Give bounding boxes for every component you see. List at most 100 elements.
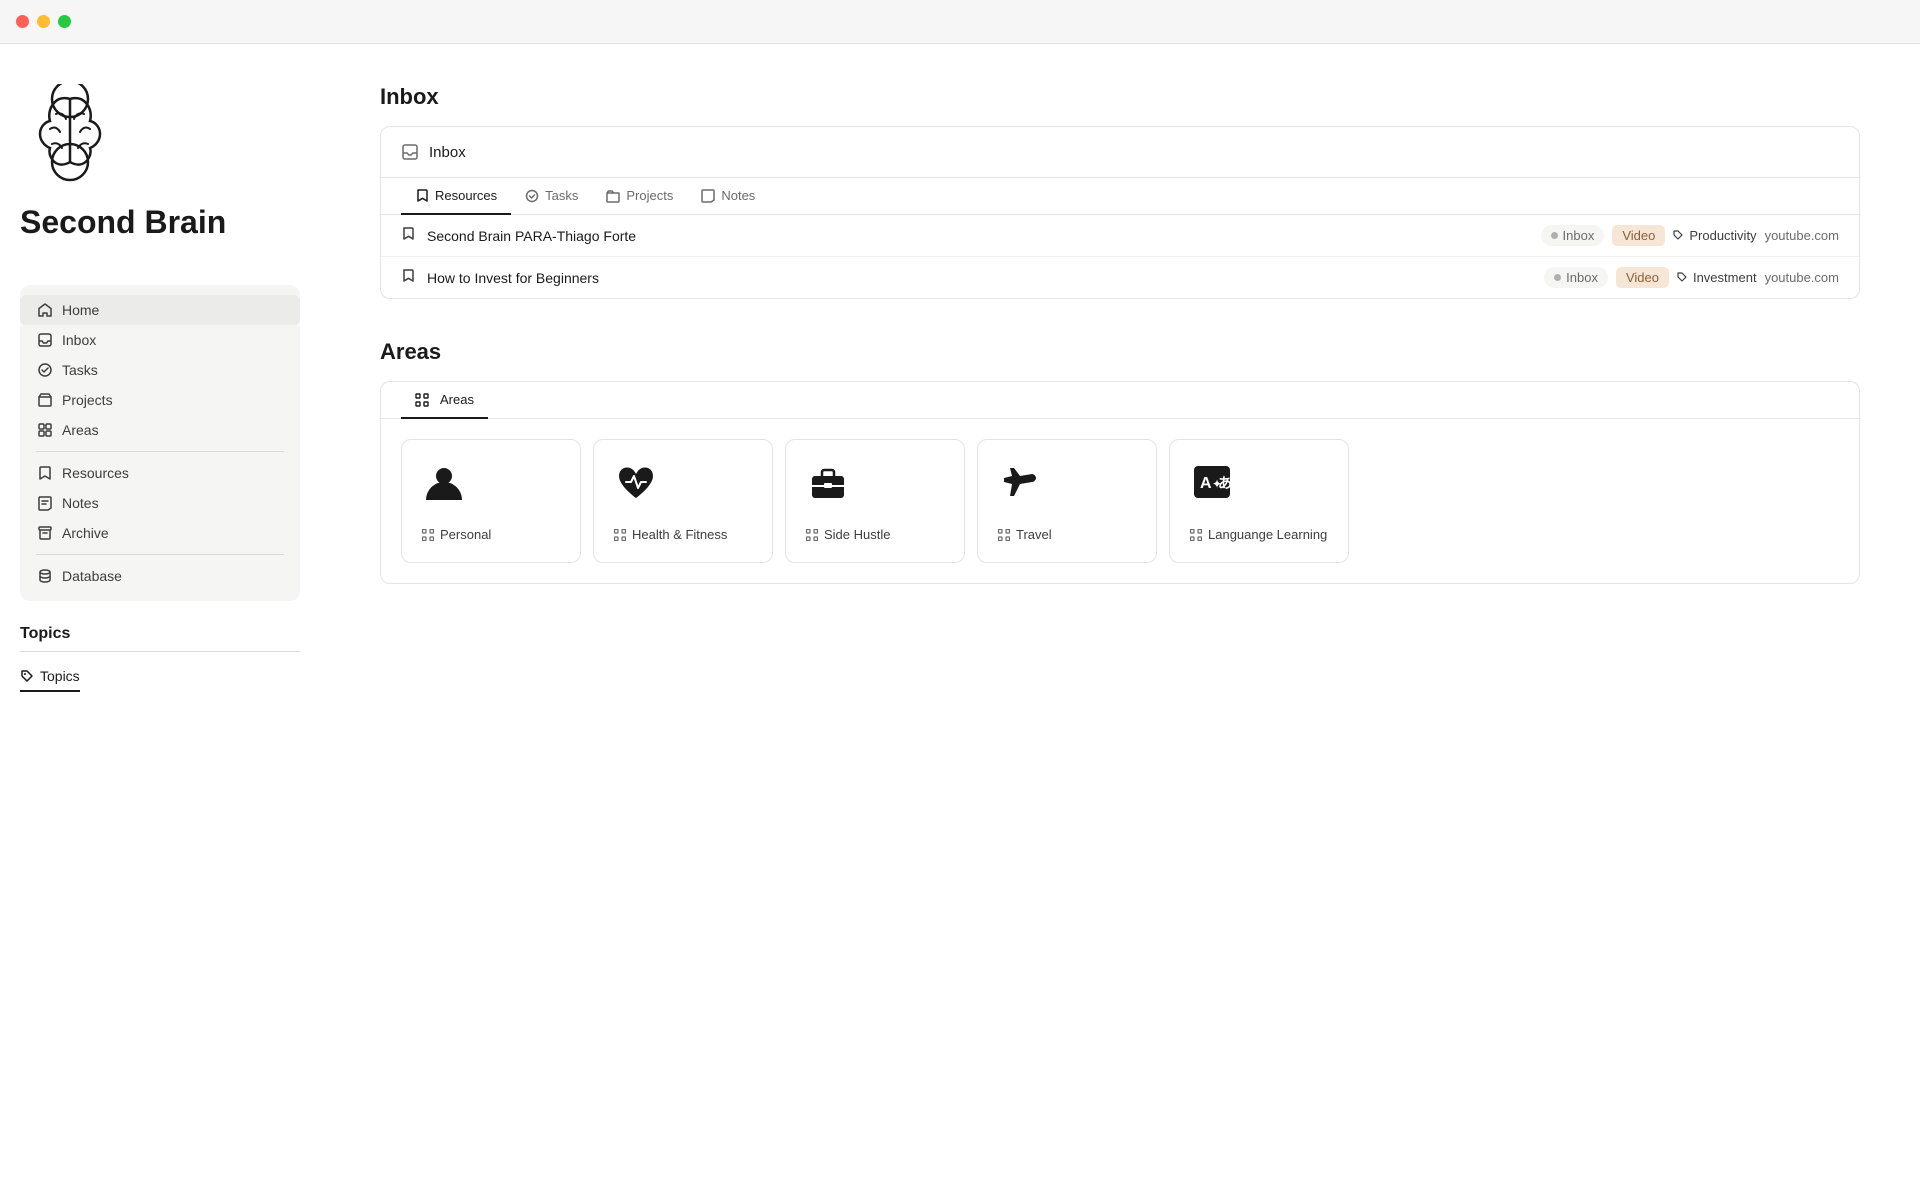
notes-icon — [36, 494, 54, 512]
tag-type-2: Video — [1616, 267, 1669, 288]
sidebar-item-notes[interactable]: Notes — [20, 488, 300, 518]
areas-panel: Areas — [380, 381, 1860, 584]
topics-section: Topics Topics — [20, 625, 300, 712]
status-dot-2 — [1554, 274, 1561, 281]
area-travel-label: Travel — [1016, 527, 1052, 542]
topics-tab-label: Topics — [40, 668, 80, 684]
sidebar-label-notes: Notes — [62, 495, 99, 511]
maximize-button[interactable] — [58, 15, 71, 28]
sidebar-item-tasks[interactable]: Tasks — [20, 355, 300, 385]
tab-tasks[interactable]: Tasks — [511, 178, 592, 215]
tag-category-2: Investment — [1677, 270, 1757, 285]
tag-source-2: youtube.com — [1765, 270, 1839, 285]
cmd-icon-travel — [998, 529, 1010, 541]
area-language-label: Languange Learning — [1208, 527, 1327, 542]
sidebar-item-projects[interactable]: Projects — [20, 385, 300, 415]
tab-notes[interactable]: Notes — [687, 178, 769, 215]
inbox-panel: Inbox Resources Tasks — [380, 126, 1860, 299]
sidebar-label-archive: Archive — [62, 525, 109, 541]
tab-note-icon — [701, 189, 715, 203]
table-row[interactable]: How to Invest for Beginners Inbox Video … — [381, 257, 1859, 298]
airplane-icon — [998, 460, 1136, 513]
tab-check-icon — [525, 189, 539, 203]
row-bookmark-icon-1 — [401, 227, 415, 244]
home-icon — [36, 301, 54, 319]
left-panel: Second Brain Home — [0, 44, 320, 1200]
sidebar-label-tasks: Tasks — [62, 362, 98, 378]
sidebar-item-database[interactable]: Database — [20, 561, 300, 591]
area-card-personal[interactable]: Personal — [401, 439, 581, 563]
areas-cmd-icon — [415, 393, 429, 407]
translate-icon: A ✦ あ — [1190, 460, 1328, 513]
app-title: Second Brain — [20, 204, 226, 241]
tasks-icon — [36, 361, 54, 379]
cmd-icon-side-hustle — [806, 529, 818, 541]
tab-resources[interactable]: Resources — [401, 178, 511, 215]
minimize-button[interactable] — [37, 15, 50, 28]
tab-areas[interactable]: Areas — [401, 382, 488, 419]
tag-type-1: Video — [1612, 225, 1665, 246]
area-card-side-hustle[interactable]: Side Hustle — [785, 439, 965, 563]
topics-heading: Topics — [20, 625, 300, 643]
cmd-icon-language — [1190, 529, 1202, 541]
areas-heading: Areas — [380, 339, 1860, 365]
tag-icon-2 — [1677, 272, 1689, 284]
row-tags-1: Inbox Video Productivity youtube.com — [1541, 225, 1839, 246]
inbox-icon — [36, 331, 54, 349]
areas-tabs-bar: Areas — [381, 382, 1859, 419]
sidebar-item-resources[interactable]: Resources — [20, 458, 300, 488]
tab-notes-label: Notes — [721, 188, 755, 203]
app-layout: Second Brain Home — [0, 44, 1920, 1200]
tab-tasks-label: Tasks — [545, 188, 578, 203]
tag-category-1: Productivity — [1673, 228, 1756, 243]
area-label-health: Health & Fitness — [614, 527, 752, 542]
tag-status-2: Inbox — [1544, 267, 1608, 288]
tab-folder-icon — [606, 189, 620, 203]
sidebar-item-areas[interactable]: Areas — [20, 415, 300, 445]
row-title-1: Second Brain PARA-Thiago Forte — [427, 228, 1529, 244]
title-bar — [0, 0, 1920, 44]
cmd-icon-personal — [422, 529, 434, 541]
sidebar-label-projects: Projects — [62, 392, 113, 408]
tag-source-1: youtube.com — [1765, 228, 1839, 243]
tab-areas-label: Areas — [440, 392, 474, 407]
bookmark-icon — [36, 464, 54, 482]
sidebar: Home Inbox — [20, 285, 300, 601]
projects-icon — [36, 391, 54, 409]
row-title-2: How to Invest for Beginners — [427, 270, 1532, 286]
row-tags-2: Inbox Video Investment youtube.com — [1544, 267, 1839, 288]
sidebar-label-home: Home — [62, 302, 99, 318]
area-side-hustle-label: Side Hustle — [824, 527, 890, 542]
archive-icon — [36, 524, 54, 542]
svg-text:A: A — [1200, 475, 1212, 492]
inbox-table-body: Second Brain PARA-Thiago Forte Inbox Vid… — [381, 215, 1859, 298]
close-button[interactable] — [16, 15, 29, 28]
sidebar-item-home[interactable]: Home — [20, 295, 300, 325]
tag-icon-1 — [1673, 230, 1685, 242]
area-label-side-hustle: Side Hustle — [806, 527, 944, 542]
area-card-language[interactable]: A ✦ あ Languange Learning — [1169, 439, 1349, 563]
area-card-health[interactable]: Health & Fitness — [593, 439, 773, 563]
areas-icon — [36, 421, 54, 439]
briefcase-icon — [806, 460, 944, 513]
tag-icon — [20, 669, 34, 683]
area-label-personal: Personal — [422, 527, 560, 542]
sidebar-label-areas: Areas — [62, 422, 99, 438]
tag-status-1: Inbox — [1541, 225, 1605, 246]
sidebar-divider-1 — [36, 451, 284, 452]
inbox-card-header: Inbox — [381, 127, 1859, 178]
area-health-label: Health & Fitness — [632, 527, 727, 542]
table-row[interactable]: Second Brain PARA-Thiago Forte Inbox Vid… — [381, 215, 1859, 257]
tab-projects[interactable]: Projects — [592, 178, 687, 215]
sidebar-item-inbox[interactable]: Inbox — [20, 325, 300, 355]
heart-pulse-icon — [614, 460, 752, 513]
inbox-heading: Inbox — [380, 84, 1860, 110]
sidebar-label-resources: Resources — [62, 465, 129, 481]
area-label-travel: Travel — [998, 527, 1136, 542]
logo-area: Second Brain — [20, 44, 300, 285]
status-dot-1 — [1551, 232, 1558, 239]
svg-text:あ: あ — [1218, 475, 1232, 491]
sidebar-item-archive[interactable]: Archive — [20, 518, 300, 548]
topics-tab[interactable]: Topics — [20, 662, 80, 692]
area-card-travel[interactable]: Travel — [977, 439, 1157, 563]
